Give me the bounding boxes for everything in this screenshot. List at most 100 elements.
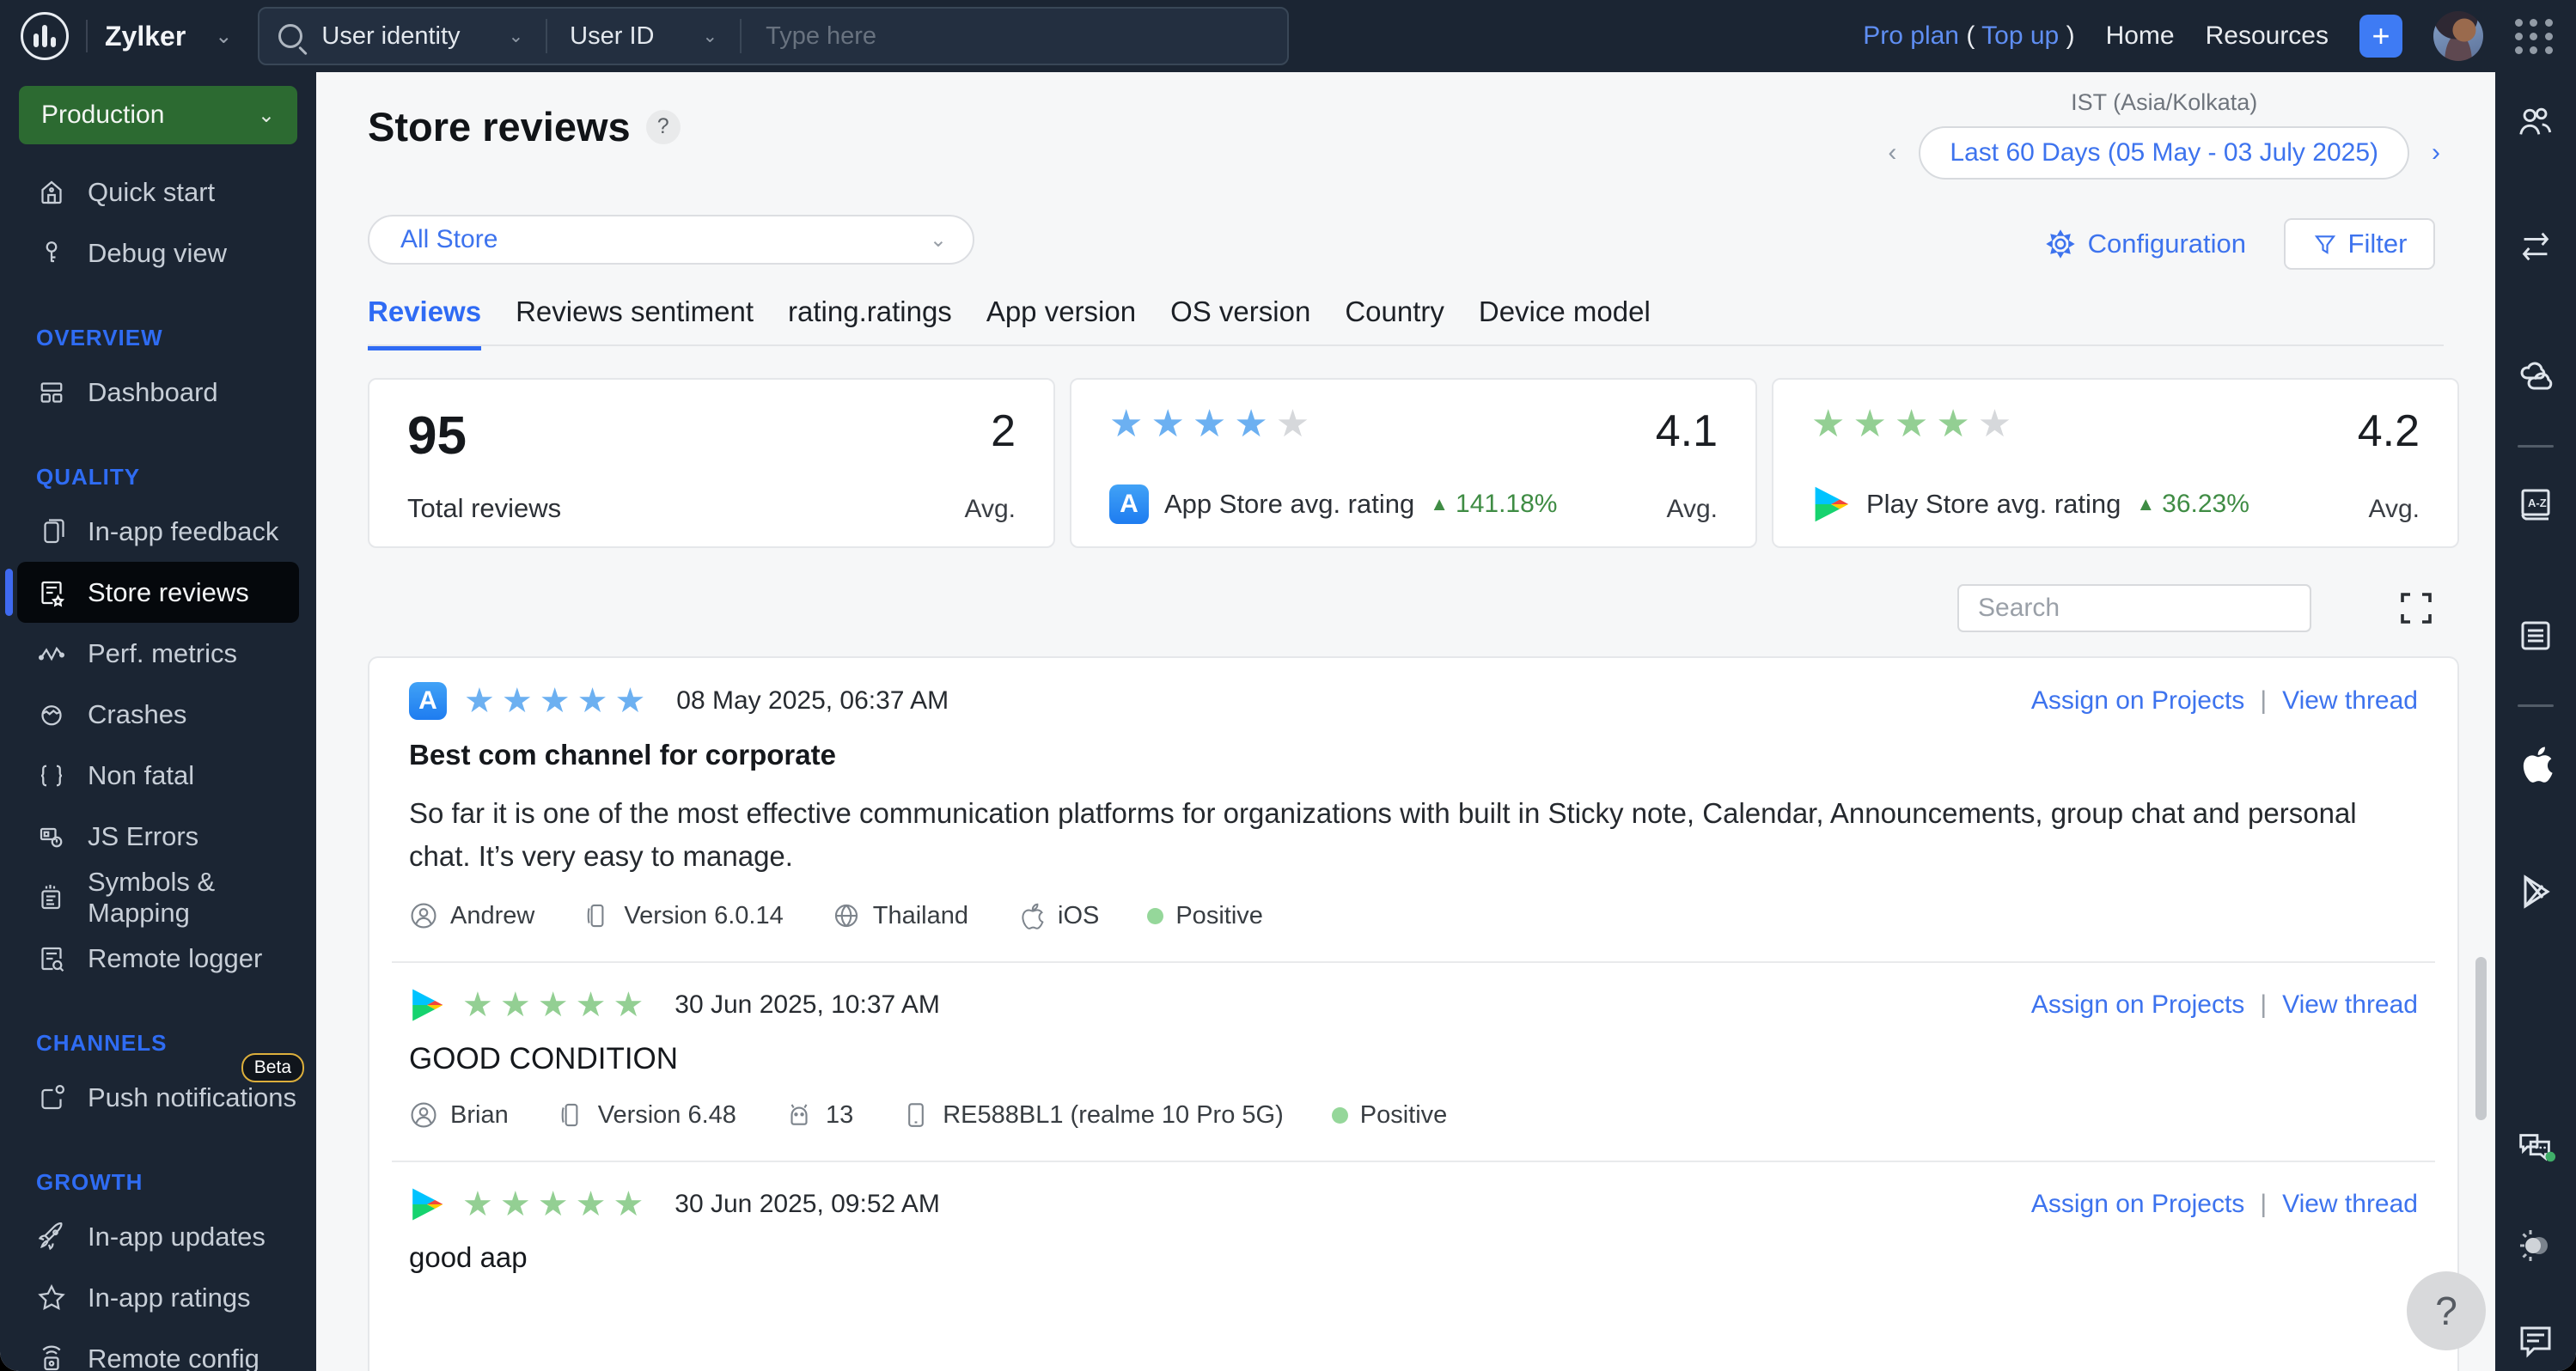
avg-label: Avg.: [964, 495, 1016, 523]
users-icon[interactable]: [2516, 103, 2555, 143]
tab-os-version[interactable]: OS version: [1170, 296, 1310, 350]
avg-label: Avg.: [2368, 495, 2420, 523]
transfer-icon[interactable]: [2516, 227, 2555, 266]
help-button[interactable]: ?: [2407, 1271, 2486, 1350]
divider: |: [2260, 686, 2268, 715]
total-avg-value: 2: [991, 406, 1016, 456]
view-thread-link[interactable]: View thread: [2282, 1190, 2418, 1219]
next-range-icon[interactable]: ›: [2432, 138, 2440, 168]
device-feedback-icon: [44, 518, 64, 543]
add-button[interactable]: +: [2359, 15, 2402, 58]
search-field-select[interactable]: User ID: [570, 22, 654, 51]
tab-reviews-sentiment[interactable]: Reviews sentiment: [516, 296, 754, 350]
sidebar-item-in-app-ratings[interactable]: In-app ratings: [17, 1267, 299, 1328]
search-input[interactable]: [766, 21, 1269, 51]
tab-country[interactable]: Country: [1345, 296, 1444, 350]
chevron-down-icon: ⌄: [929, 228, 947, 252]
feedback-icon[interactable]: [2515, 1319, 2556, 1361]
sidebar-item-remote-config[interactable]: Remote config: [17, 1328, 299, 1371]
right-toolbar: A-Z: [2495, 72, 2576, 1371]
apptics-logo-icon[interactable]: [21, 12, 69, 60]
play-store-icon: [412, 1188, 443, 1221]
play-store-icon[interactable]: [2515, 871, 2556, 912]
remote-config-icon: [42, 1345, 61, 1370]
topbar: Zylker ⌄ User identity ⌄ User ID ⌄ Pro p…: [0, 0, 2576, 72]
sidebar-item-perf-metrics[interactable]: Perf. metrics: [17, 623, 299, 684]
theme-toggle-icon[interactable]: [2515, 1225, 2556, 1266]
sidebar-section-quality: QUALITY: [36, 464, 141, 490]
tab-app-version[interactable]: App version: [986, 296, 1136, 350]
chevron-down-icon[interactable]: ⌄: [509, 26, 524, 47]
assign-on-projects-link[interactable]: Assign on Projects: [2031, 990, 2244, 1020]
sidebar-item-dashboard[interactable]: Dashboard: [17, 362, 299, 423]
assign-on-projects-link[interactable]: Assign on Projects: [2031, 686, 2244, 716]
date-range-picker[interactable]: Last 60 Days (05 May - 03 July 2025): [1919, 126, 2409, 180]
plan-info[interactable]: Pro plan ( Top up ): [1863, 21, 2074, 51]
sidebar-item-non-fatal[interactable]: Non fatal: [17, 745, 299, 806]
sidebar-item-remote-logger[interactable]: Remote logger: [17, 928, 299, 989]
play-store-stars: ★★★★★: [1811, 403, 2020, 445]
tab-rating-ratings[interactable]: rating.ratings: [788, 296, 952, 350]
apps-grid-icon[interactable]: [2514, 16, 2554, 56]
brand-name[interactable]: Zylker: [105, 21, 186, 52]
app-store-avg-value: 4.1: [1655, 406, 1718, 456]
gear-icon: [2045, 229, 2075, 259]
sidebar-item-debug-view[interactable]: Debug view: [17, 222, 299, 283]
sidebar-item-in-app-feedback[interactable]: In-app feedback: [17, 501, 299, 562]
review-title: good aap: [409, 1241, 528, 1273]
chat-icon[interactable]: [2514, 1125, 2557, 1168]
home-link[interactable]: Home: [2106, 21, 2175, 51]
sidebar-item-push-notifications[interactable]: Push notifications Beta: [17, 1053, 304, 1128]
docs-icon[interactable]: [2515, 615, 2556, 656]
search-scope-select[interactable]: User identity: [321, 22, 460, 51]
review-search-input[interactable]: [1957, 584, 2311, 632]
top-up-link[interactable]: Top up: [1981, 21, 2059, 50]
chevron-down-icon[interactable]: ⌄: [215, 24, 232, 49]
star-icon: [38, 1283, 65, 1310]
resources-link[interactable]: Resources: [2206, 21, 2329, 51]
tab-reviews[interactable]: Reviews: [368, 296, 482, 350]
store-filter-select[interactable]: All Store ⌄: [368, 215, 974, 265]
divider: |: [2260, 1190, 2268, 1218]
filter-button[interactable]: Filter: [2284, 218, 2435, 270]
sidebar-item-js-errors[interactable]: JS Errors: [17, 806, 299, 867]
paren: ): [2066, 21, 2075, 50]
tab-device-model[interactable]: Device model: [1479, 296, 1651, 350]
app-store-icon: A: [1109, 484, 1149, 524]
sidebar-item-in-app-updates[interactable]: In-app updates: [17, 1206, 299, 1267]
title-help-icon[interactable]: ?: [645, 109, 681, 144]
prev-range-icon[interactable]: ‹: [1888, 138, 1896, 168]
sidebar-item-label: Symbols & Mapping: [88, 866, 216, 928]
assign-on-projects-link[interactable]: Assign on Projects: [2031, 1190, 2244, 1219]
glossary-icon[interactable]: A-Z: [2515, 484, 2556, 526]
chevron-down-icon[interactable]: ⌄: [702, 26, 717, 47]
divider: [86, 20, 88, 52]
sidebar-item-label: Crashes: [88, 698, 187, 729]
global-search-bar[interactable]: User identity ⌄ User ID ⌄: [258, 7, 1290, 65]
view-thread-link[interactable]: View thread: [2282, 686, 2418, 716]
rocket-icon: [38, 1222, 63, 1250]
timezone-label: IST (Asia/Kolkata): [2071, 89, 2258, 115]
scrollbar-thumb[interactable]: [2475, 957, 2487, 1120]
configuration-link[interactable]: Configuration: [2045, 228, 2246, 259]
reviews-panel: A ★★★★★ 08 May 2025, 06:37 AM Assign on …: [368, 656, 2459, 1371]
apple-icon[interactable]: [2514, 742, 2557, 785]
sidebar-item-quick-start[interactable]: Quick start: [17, 161, 299, 222]
sidebar-item-symbols-mapping[interactable]: Symbols & Mapping: [17, 867, 299, 928]
avatar[interactable]: [2433, 11, 2483, 61]
android-icon: [791, 1104, 808, 1125]
review-date: 30 Jun 2025, 09:52 AM: [675, 1190, 940, 1218]
avg-label: Avg.: [1666, 495, 1718, 523]
dashboard-icon: [40, 381, 63, 403]
review-app-version: Version 6.48: [557, 1100, 736, 1130]
environment-select[interactable]: Production ⌄: [19, 86, 297, 144]
total-reviews-value: 95: [407, 406, 467, 466]
sidebar-item-label: JS Errors: [88, 820, 199, 851]
fullscreen-icon[interactable]: [2396, 588, 2437, 629]
clouds-icon[interactable]: [2515, 356, 2556, 397]
sidebar-section-growth: GROWTH: [36, 1169, 143, 1195]
view-thread-link[interactable]: View thread: [2282, 990, 2418, 1020]
sidebar-item-store-reviews[interactable]: Store reviews: [5, 562, 299, 623]
sidebar-item-crashes[interactable]: Crashes: [17, 684, 299, 745]
sidebar-item-label: Remote logger: [88, 942, 263, 973]
